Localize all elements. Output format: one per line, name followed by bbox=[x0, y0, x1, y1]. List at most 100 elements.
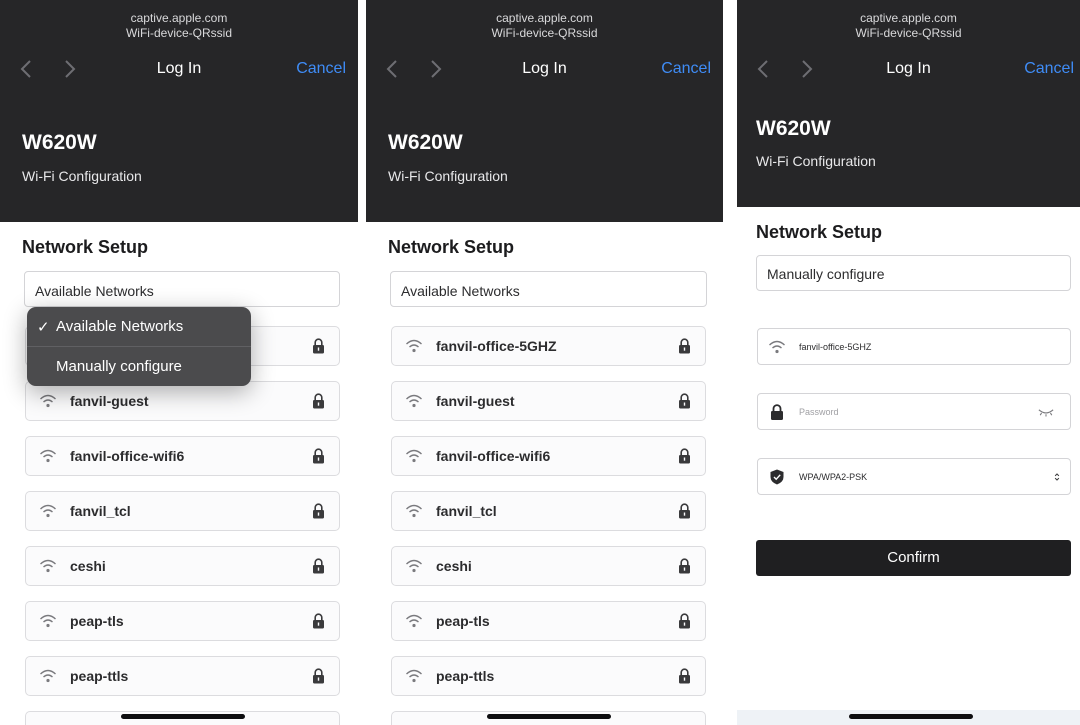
lock-icon bbox=[679, 338, 690, 354]
mode-select-value: Available Networks bbox=[401, 283, 520, 299]
network-item[interactable]: fanvil-office-5GHZ bbox=[391, 326, 706, 366]
ssid-text: WiFi-device-QRssid bbox=[491, 26, 598, 40]
section-title: Network Setup bbox=[388, 237, 515, 257]
section-title: Network Setup bbox=[22, 237, 149, 257]
lock-icon bbox=[679, 613, 690, 629]
mode-select[interactable]: Manually configure bbox=[756, 255, 1071, 291]
security-select[interactable]: WPA/WPA2-PSK bbox=[757, 458, 1071, 495]
network-item[interactable]: fanvil-office-wifi6 bbox=[391, 436, 706, 476]
mode-select-value: Available Networks bbox=[35, 283, 154, 299]
wifi-icon bbox=[406, 339, 422, 353]
wifi-icon bbox=[406, 669, 422, 683]
ssid-text: WiFi-device-QRssid bbox=[855, 26, 962, 40]
browser-header: captive.apple.com WiFi-device-QRssid Log… bbox=[737, 0, 1080, 88]
ssid-field[interactable]: fanvil-office-5GHZ bbox=[757, 328, 1071, 365]
wifi-icon bbox=[769, 340, 785, 354]
network-item[interactable]: fanvil-office-wifi6 bbox=[25, 436, 340, 476]
lock-icon bbox=[679, 668, 690, 684]
mode-select[interactable]: Available Networks bbox=[24, 271, 340, 307]
home-indicator bbox=[849, 714, 973, 719]
network-name: fanvil-office-5GHZ bbox=[436, 338, 557, 354]
lock-icon bbox=[313, 393, 324, 409]
wifi-icon bbox=[40, 394, 56, 408]
lock-icon bbox=[679, 448, 690, 464]
dropdown-option-available[interactable]: ✓ Available Networks bbox=[27, 307, 251, 346]
network-item[interactable]: fanvil-guest bbox=[391, 381, 706, 421]
wifi-icon bbox=[406, 559, 422, 573]
network-name: ceshi bbox=[70, 558, 106, 574]
network-name: peap-tls bbox=[70, 613, 124, 629]
device-model: W620W bbox=[756, 117, 831, 140]
lock-icon bbox=[313, 668, 324, 684]
network-item[interactable]: fanvil_tcl bbox=[391, 491, 706, 531]
section-title: Network Setup bbox=[756, 222, 883, 242]
network-name: ceshi bbox=[436, 558, 472, 574]
confirm-button[interactable]: Confirm bbox=[756, 540, 1071, 576]
browser-header: captive.apple.com WiFi-device-QRssid Log… bbox=[0, 0, 358, 88]
network-name: fanvil_tcl bbox=[436, 503, 497, 519]
host-text: captive.apple.com bbox=[860, 11, 957, 25]
lock-icon bbox=[679, 558, 690, 574]
home-indicator bbox=[487, 714, 611, 719]
network-name: fanvil-office-wifi6 bbox=[436, 448, 551, 464]
mode-select[interactable]: Available Networks bbox=[390, 271, 707, 307]
network-name: peap-ttls bbox=[436, 668, 495, 684]
device-subtitle: Wi-Fi Configuration bbox=[756, 153, 876, 169]
device-model: W620W bbox=[388, 131, 463, 154]
wifi-icon bbox=[406, 614, 422, 628]
wifi-icon bbox=[40, 559, 56, 573]
network-name: fanvil-office-wifi6 bbox=[70, 448, 185, 464]
lock-icon bbox=[771, 404, 783, 420]
password-placeholder: Password bbox=[799, 407, 839, 417]
wifi-icon bbox=[40, 449, 56, 463]
cancel-button[interactable]: Cancel bbox=[1024, 60, 1074, 78]
mode-select-value: Manually configure bbox=[767, 266, 885, 282]
network-item[interactable]: peap-tls bbox=[391, 601, 706, 641]
lock-icon bbox=[679, 503, 690, 519]
device-hero: W620W Wi-Fi Configuration bbox=[737, 88, 1080, 207]
dropdown-option-label: Manually configure bbox=[56, 358, 182, 375]
lock-icon bbox=[313, 448, 324, 464]
network-name: fanvil_tcl bbox=[70, 503, 131, 519]
home-indicator bbox=[121, 714, 245, 719]
network-item[interactable]: peap-ttls bbox=[391, 656, 706, 696]
dropdown-option-manual[interactable]: Manually configure bbox=[27, 347, 251, 386]
device-subtitle: Wi-Fi Configuration bbox=[388, 168, 508, 184]
network-item[interactable]: fanvil_tcl bbox=[25, 491, 340, 531]
password-field[interactable]: Password bbox=[757, 393, 1071, 430]
network-item[interactable]: ceshi bbox=[391, 546, 706, 586]
network-name: peap-tls bbox=[436, 613, 490, 629]
wifi-icon bbox=[40, 669, 56, 683]
host-text: captive.apple.com bbox=[130, 11, 228, 25]
mode-dropdown-menu: ✓ Available Networks Manually configure bbox=[27, 307, 251, 386]
host-text: captive.apple.com bbox=[496, 11, 593, 25]
network-item[interactable]: fanvil-guest bbox=[25, 381, 340, 421]
check-icon: ✓ bbox=[37, 319, 50, 336]
wifi-icon bbox=[406, 394, 422, 408]
network-item[interactable]: peap-tls bbox=[25, 601, 340, 641]
wifi-icon bbox=[406, 449, 422, 463]
ssid-value: fanvil-office-5GHZ bbox=[799, 342, 872, 352]
network-name: peap-ttls bbox=[70, 668, 129, 684]
eye-closed-icon[interactable] bbox=[1038, 408, 1054, 417]
screen-2: captive.apple.com WiFi-device-QRssid Log… bbox=[366, 0, 723, 725]
lock-icon bbox=[679, 393, 690, 409]
cancel-button[interactable]: Cancel bbox=[661, 60, 711, 78]
url-bar: captive.apple.com WiFi-device-QRssid bbox=[0, 11, 358, 41]
lock-icon bbox=[313, 558, 324, 574]
browser-header: captive.apple.com WiFi-device-QRssid Log… bbox=[366, 0, 723, 88]
device-model: W620W bbox=[22, 131, 97, 154]
network-name: fanvil-guest bbox=[436, 393, 515, 409]
chevron-updown-icon bbox=[1054, 473, 1060, 481]
wifi-icon bbox=[40, 614, 56, 628]
ssid-text: WiFi-device-QRssid bbox=[125, 26, 232, 40]
lock-icon bbox=[313, 503, 324, 519]
url-bar: captive.apple.com WiFi-device-QRssid bbox=[737, 11, 1080, 41]
cancel-button[interactable]: Cancel bbox=[296, 60, 346, 78]
lock-icon bbox=[313, 613, 324, 629]
network-item[interactable]: peap-ttls bbox=[25, 656, 340, 696]
network-item[interactable]: ceshi bbox=[25, 546, 340, 586]
shield-icon bbox=[770, 469, 784, 485]
network-name: fanvil-guest bbox=[70, 393, 149, 409]
wifi-icon bbox=[40, 504, 56, 518]
